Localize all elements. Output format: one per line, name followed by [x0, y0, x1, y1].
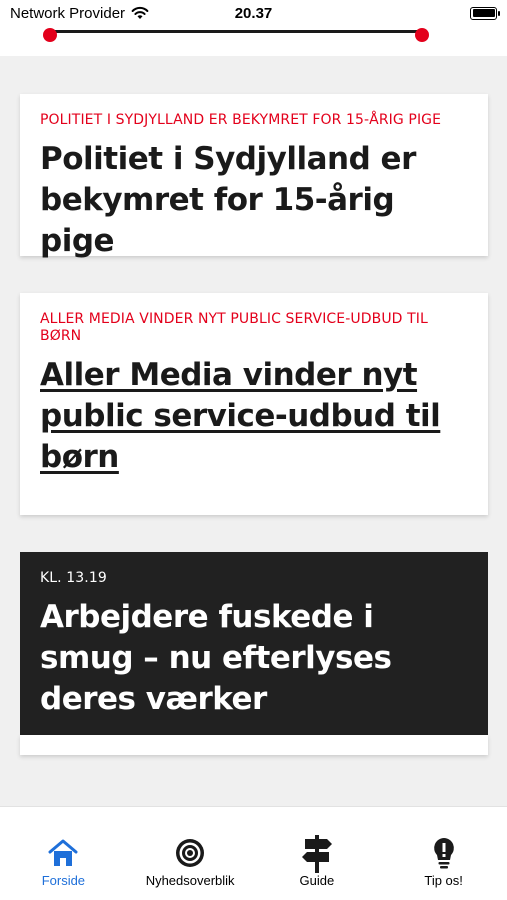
- slider-end-handle[interactable]: [415, 28, 429, 42]
- target-icon: [174, 835, 206, 871]
- timeline-slider[interactable]: [0, 26, 507, 56]
- article-title: Aller Media vinder nyt public service-ud…: [40, 357, 441, 475]
- article-card[interactable]: POLITIET I SYDJYLLAND ER BEKYMRET FOR 15…: [20, 94, 488, 259]
- tab-forside[interactable]: Forside: [0, 835, 126, 900]
- battery-icon: [470, 6, 500, 20]
- tab-bar: Forside Nyhedsoverblik Guide Tip os!: [0, 806, 507, 900]
- article-card-featured[interactable]: KL. 13.19 Arbejdere fuskede i smug – nu …: [20, 552, 488, 755]
- tab-label: Tip os!: [424, 873, 463, 888]
- slider-start-handle[interactable]: [43, 28, 57, 42]
- tab-guide[interactable]: Guide: [254, 835, 380, 900]
- tab-label: Forside: [41, 873, 86, 888]
- article-title: Politiet i Sydjylland er bekymret for 15…: [40, 141, 416, 259]
- wifi-icon: [131, 6, 149, 19]
- article-title: Arbejdere fuskede i smug – nu efterlyses…: [40, 599, 392, 717]
- status-bar: Network Provider 20.37: [0, 0, 507, 26]
- article-card-partial[interactable]: [20, 735, 488, 755]
- tab-tip-os[interactable]: Tip os!: [381, 835, 507, 900]
- signpost-icon: [297, 835, 337, 873]
- home-icon: [47, 835, 79, 871]
- article-kicker: ALLER MEDIA VINDER NYT PUBLIC SERVICE-UD…: [40, 311, 428, 344]
- tab-nyhedsoverblik[interactable]: Nyhedsoverblik: [127, 835, 253, 900]
- tab-label: Nyhedsoverblik: [145, 873, 235, 888]
- news-feed: POLITIET I SYDJYLLAND ER BEKYMRET FOR 15…: [0, 56, 507, 806]
- slider-track: [43, 28, 429, 42]
- article-timestamp: KL. 13.19: [40, 570, 107, 586]
- article-card[interactable]: ALLER MEDIA VINDER NYT PUBLIC SERVICE-UD…: [20, 293, 488, 515]
- carrier-name: Network Provider: [10, 4, 126, 22]
- carrier-group: Network Provider: [10, 5, 149, 22]
- article-kicker: POLITIET I SYDJYLLAND ER BEKYMRET FOR 15…: [40, 112, 442, 128]
- lightbulb-icon: [431, 835, 457, 871]
- tab-label: Guide: [299, 873, 335, 888]
